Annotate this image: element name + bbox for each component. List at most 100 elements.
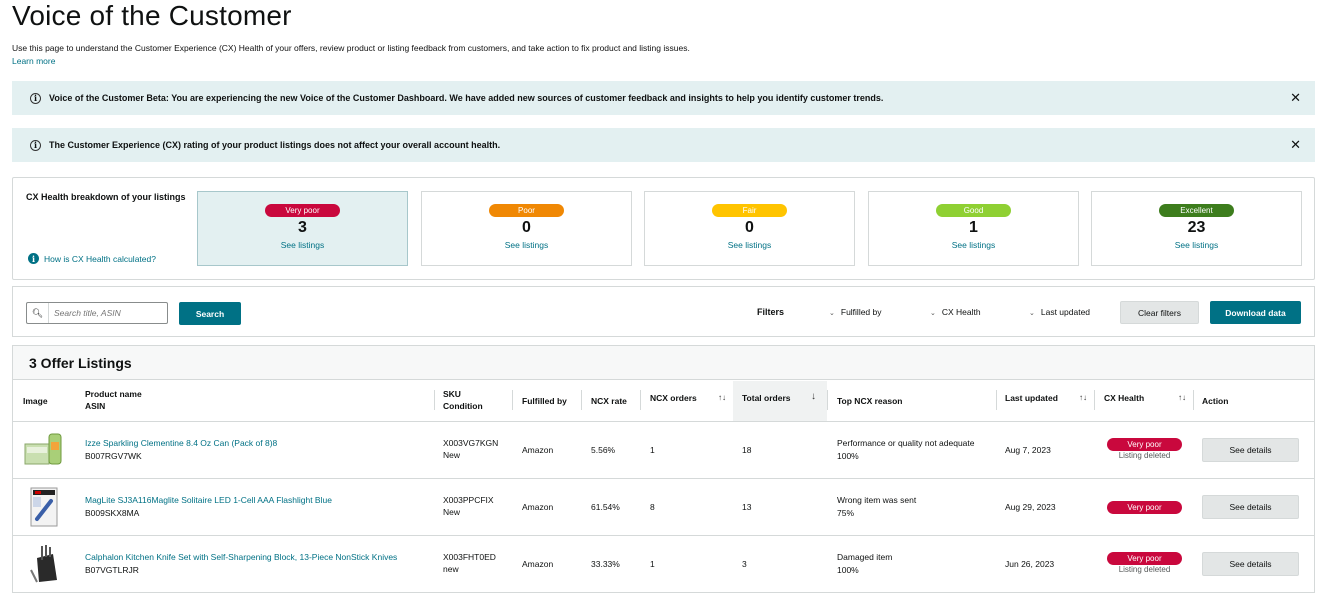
col-total-orders[interactable]: Total orders (742, 392, 791, 404)
health-count: 1 (969, 219, 978, 236)
filters-label: Filters (757, 307, 785, 317)
see-listings-link[interactable]: See listings (198, 240, 407, 250)
ncx-orders: 1 (650, 445, 655, 455)
sort-icon[interactable]: ↑↓ (1178, 393, 1186, 402)
last-updated: Aug 7, 2023 (1005, 445, 1051, 455)
top-ncx-reason-percent: 100% (837, 451, 859, 461)
ncx-rate: 61.54% (591, 502, 620, 512)
top-ncx-reason-percent: 75% (837, 508, 855, 518)
col-ncx-orders[interactable]: NCX orders (650, 392, 697, 404)
sku: X003PPCFIX (443, 495, 494, 505)
product-name-link[interactable]: Calphalon Kitchen Knife Set with Self-Sh… (85, 551, 397, 563)
flashlight-package-thumbnail-icon (23, 487, 65, 527)
status-badge: Very poor (1107, 501, 1182, 514)
col-ncx-rate[interactable]: NCX rate (591, 395, 627, 407)
last-updated-dropdown[interactable]: ⌄ Last updated (1029, 307, 1090, 317)
how-calculated-label: How is CX Health calculated? (44, 253, 156, 264)
health-card-excellent[interactable]: Excellent 23 See listings (1091, 191, 1302, 266)
see-details-button[interactable]: See details (1202, 552, 1299, 576)
cx-health-dropdown[interactable]: ⌄ CX Health (930, 307, 981, 317)
health-count: 23 (1187, 219, 1206, 236)
listing-status: Listing deleted (1118, 565, 1171, 574)
col-fulfilled-by[interactable]: Fulfilled by (522, 395, 567, 407)
fulfilled-by-dropdown[interactable]: ⌄ Fulfilled by (829, 307, 882, 317)
knife-block-thumbnail-icon (23, 544, 65, 584)
health-pill: Excellent (1159, 204, 1234, 217)
column-divider (581, 390, 582, 410)
top-ncx-reason-percent: 100% (837, 565, 859, 575)
health-pill: Good (936, 204, 1011, 217)
col-image: Image (23, 396, 48, 406)
search-box: 🔍︎ (26, 302, 168, 324)
condition: New (443, 450, 461, 460)
health-card-good[interactable]: Good 1 See listings (868, 191, 1079, 266)
health-count: 3 (298, 219, 307, 236)
health-count: 0 (522, 219, 531, 236)
total-orders: 18 (742, 445, 752, 455)
col-last-updated[interactable]: Last updated (1005, 392, 1058, 404)
ncx-orders: 8 (650, 502, 655, 512)
search-input[interactable] (49, 308, 164, 318)
chevron-down-icon: ⌄ (829, 310, 835, 317)
close-icon[interactable]: ✕ (1290, 137, 1301, 153)
product-name-link[interactable]: Izze Sparkling Clementine 8.4 Oz Can (Pa… (85, 437, 277, 449)
listing-status: Listing deleted (1118, 451, 1171, 460)
health-card-very-poor[interactable]: Very poor 3 See listings (197, 191, 408, 266)
health-pill: Fair (712, 204, 787, 217)
filter-bar: 🔍︎ Search Filters ⌄ Fulfilled by ⌄ CX Heal… (12, 286, 1315, 337)
col-cx-health[interactable]: CX Health (1104, 392, 1144, 404)
info-icon: i (30, 139, 41, 151)
column-divider (640, 390, 641, 410)
column-divider (996, 390, 997, 410)
close-icon[interactable]: ✕ (1290, 90, 1301, 106)
column-divider (1094, 390, 1095, 410)
chevron-down-icon: ⌄ (1029, 310, 1035, 317)
asin: B07VGTLRJR (85, 565, 139, 575)
sort-descending-icon[interactable]: ↓ (811, 391, 816, 402)
table-row: MagLite SJ3A116Maglite Solitaire LED 1-C… (13, 479, 1314, 536)
status-badge: Very poor (1107, 438, 1182, 451)
learn-more-link[interactable]: Learn more (12, 56, 55, 66)
col-action: Action (1202, 396, 1229, 406)
offer-listings-panel: 3 Offer Listings Image Product name ASIN… (12, 345, 1315, 593)
see-listings-link[interactable]: See listings (869, 240, 1078, 250)
health-card-poor[interactable]: Poor 0 See listings (421, 191, 632, 266)
page-title: Voice of the Customer (12, 0, 292, 31)
col-product-name[interactable]: Product name ASIN (85, 388, 142, 412)
sort-icon[interactable]: ↑↓ (718, 393, 726, 402)
see-listings-link[interactable]: See listings (422, 240, 631, 250)
condition: New (443, 507, 461, 517)
search-icon: 🔍︎ (27, 303, 49, 323)
ncx-orders: 1 (650, 559, 655, 569)
dropdown-label: Last updated (1040, 307, 1091, 317)
see-listings-link[interactable]: See listings (645, 240, 854, 250)
col-top-ncx-reason: Top NCX reason (837, 396, 903, 406)
see-details-button[interactable]: See details (1202, 438, 1299, 462)
dropdown-label: Fulfilled by (840, 307, 882, 317)
clear-filters-button[interactable]: Clear filters (1120, 301, 1199, 324)
col-sku[interactable]: SKU Condition (443, 388, 483, 412)
sku: X003FHT0ED (443, 552, 496, 562)
beta-banner-text: Voice of the Customer Beta: You are expe… (49, 93, 884, 103)
col-condition-label: Condition (443, 401, 483, 411)
search-button[interactable]: Search (179, 302, 241, 325)
last-updated: Jun 26, 2023 (1005, 559, 1055, 569)
how-calculated-link[interactable]: i How is CX Health calculated? (28, 253, 156, 264)
sku: X003VG7KGN (443, 438, 499, 448)
ncx-rate: 33.33% (591, 559, 620, 569)
beta-banner: i Voice of the Customer Beta: You are ex… (12, 81, 1315, 115)
fulfilled-by: Amazon (522, 559, 554, 569)
see-listings-link[interactable]: See listings (1092, 240, 1301, 250)
download-data-button[interactable]: Download data (1210, 301, 1301, 324)
cx-rating-banner: i The Customer Experience (CX) rating of… (12, 128, 1315, 162)
table-row: Calphalon Kitchen Knife Set with Self-Sh… (13, 536, 1314, 593)
column-divider (434, 390, 435, 410)
col-product-name-label: Product name (85, 389, 142, 399)
see-details-button[interactable]: See details (1202, 495, 1299, 519)
sort-icon[interactable]: ↑↓ (1079, 393, 1087, 402)
top-ncx-reason: Damaged item (837, 552, 893, 562)
product-name-link[interactable]: MagLite SJ3A116Maglite Solitaire LED 1-C… (85, 494, 332, 506)
column-divider (827, 390, 828, 410)
page-intro: Use this page to understand the Customer… (12, 43, 690, 53)
health-card-fair[interactable]: Fair 0 See listings (644, 191, 855, 266)
